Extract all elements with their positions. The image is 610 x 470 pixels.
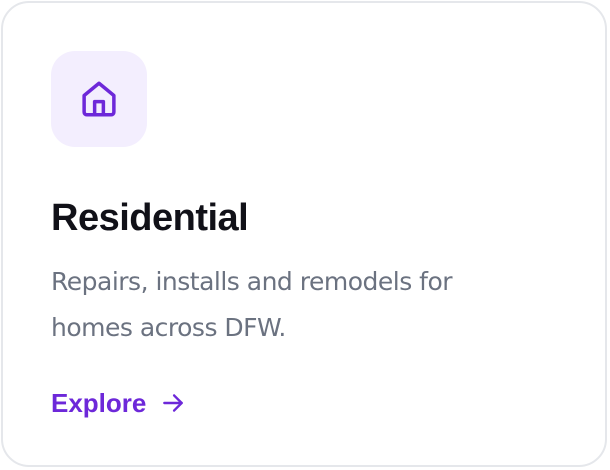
home-icon [78,78,120,120]
card-title: Residential [51,197,249,239]
residential-card: Residential Repairs, installs and remode… [1,1,607,467]
card-description: Repairs, installs and remodels for homes… [51,267,453,342]
explore-link[interactable]: Explore [51,383,186,423]
explore-link-label: Explore [51,388,147,418]
arrow-right-icon [160,390,186,416]
icon-tile [51,51,147,147]
